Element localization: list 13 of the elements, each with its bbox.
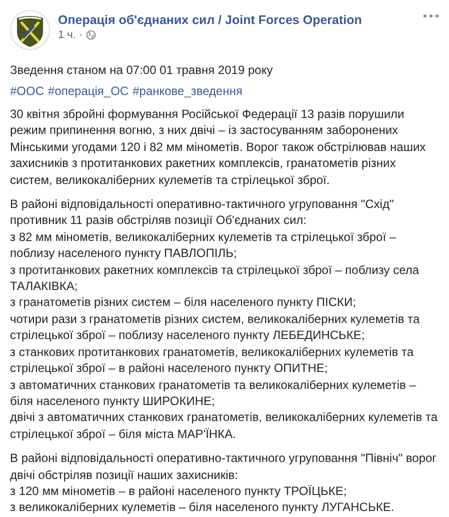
separator-dot: ·: [78, 29, 83, 41]
unit-emblem-icon[interactable]: [10, 10, 50, 50]
post-title: Зведення станом на 07:00 01 травня 2019 року: [10, 62, 274, 78]
hashtag-link[interactable]: #ООС: [10, 84, 44, 98]
post-paragraph: 30 квітня збройні формування Російської Федерації 13 разів порушили режим припинення вогню, з них двічі – із застосуванням заборонених Мінськими угодами 120 і 82 мм мінометів. Ворог також обстрілював наших захисників з протитанкових ракетних комплексів, гранатометів різних систем, великокаліберних кулеметів та стрілецької зброї.: [10, 106, 427, 188]
globe-icon: [86, 30, 96, 40]
post-paragraph: В районі відповідальності оперативно-тактичного угруповання "Північ" ворог двічі обстріляв позиції наших захисників: з 120 мм мінометів – в районі населеного пункту ТРОЇЦЬКЕ; з великокаліберних кулеметів – біля населеного пункту ЛУГАНСЬКЕ.: [10, 450, 438, 516]
hashtag-link[interactable]: #операція_ОС: [48, 84, 129, 98]
page-name-link[interactable]: Операція об'єднаних сил / Joint Forces Operation: [58, 13, 415, 27]
more-options-icon[interactable]: [423, 14, 439, 18]
post-time[interactable]: 1 ч.: [58, 29, 76, 41]
post-paragraph: В районі відповідальності оперативно-тактичного угруповання "Схід" противник 11 разів обстріляв позиції Об'єднаних сил: з 82 мм мінометів, великокаліберних кулеметів та стрілецької зброї – поблизу населеного пункту ПАВЛОПІЛЬ; з протитанкових ракетних комплексів та стрілецької зброї – поблизу села ТАЛАКІВКА; з гранатометів різних систем – біля населеного пункту ПІСКИ; чотири рази з гранатометів різних систем, великокаліберних кулеметів та стрілецької зброї – поблизу населеного пункту ЛЕБЕДИНСЬКЕ; з станкових протитанкових гранатометів, великокаліберних кулеметів та стрілецької зброї – в районі населеного пункту ОПИТНЕ; з автоматичних станкових гранатометів та великокаліберних кулеметів – біля населеного пункту ШИРОКИНЕ; двічі з автоматичних станкових гранатометів, великокаліберних кулеметів та стрілецької зброї – біля міста МАР'ЇНКА.: [10, 196, 438, 442]
hashtag-link[interactable]: #ранкове_зведення: [132, 84, 242, 98]
